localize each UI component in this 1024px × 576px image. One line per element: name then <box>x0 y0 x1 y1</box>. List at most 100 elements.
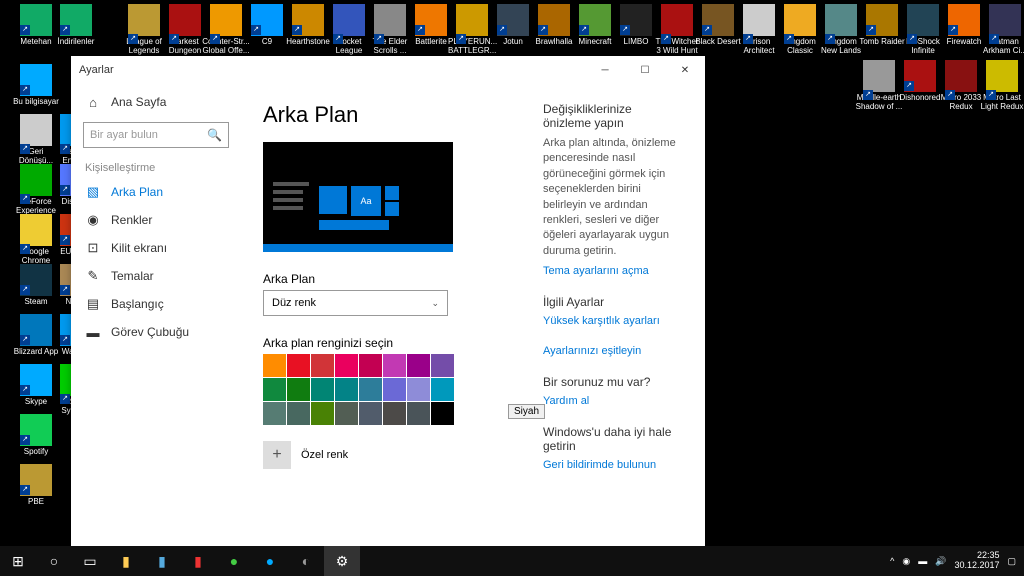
color-swatch[interactable] <box>431 402 454 425</box>
right-h3: Bir sorunuz mu var? <box>543 375 683 389</box>
nvidia-icon[interactable]: ◉ <box>902 556 910 567</box>
right-h4: Windows'u daha iyi hale getirin <box>543 425 683 453</box>
color-swatch[interactable] <box>383 402 406 425</box>
settings-window: Ayarlar ─ ☐ ✕ ⌂ Ana Sayfa Bir ayar bulun… <box>71 56 705 546</box>
color-swatch[interactable] <box>335 354 358 377</box>
color-swatch[interactable] <box>311 378 334 401</box>
sidebar-icon: ⊡ <box>85 240 101 256</box>
bg-dropdown[interactable]: Düz renk ⌄ <box>263 290 448 316</box>
color-swatch[interactable] <box>311 354 334 377</box>
tb-steam[interactable]: ◐ <box>288 546 324 576</box>
sidebar: ⌂ Ana Sayfa Bir ayar bulun 🔍 Kişiselleşt… <box>71 84 241 546</box>
sidebar-item[interactable]: ⊡ Kilit ekranı <box>71 234 241 262</box>
preview-pane: Aa <box>263 142 453 252</box>
titlebar[interactable]: Ayarlar ─ ☐ ✕ <box>71 56 705 84</box>
tb-skype[interactable]: ● <box>252 546 288 576</box>
taskbar: ⊞ ○ ▭ ▮ ▮ ▮ ● ● ◐ ⚙ ^ ◉ ▬ 🔊 22:35 30.12.… <box>0 546 1024 576</box>
sidebar-item[interactable]: ▧Arka Plan <box>71 178 241 206</box>
plus-icon: + <box>263 441 291 469</box>
sidebar-icon: ✎ <box>85 268 101 284</box>
color-swatch[interactable] <box>287 354 310 377</box>
network-icon[interactable]: ▬ <box>918 556 927 566</box>
color-swatch[interactable] <box>431 354 454 377</box>
link-help[interactable]: Yardım al <box>543 395 683 407</box>
close-button[interactable]: ✕ <box>665 56 705 84</box>
sidebar-item-label: Temalar <box>111 269 154 283</box>
sidebar-item-label: Kilit ekranı <box>111 241 167 255</box>
sidebar-item[interactable]: ◉Renkler <box>71 206 241 234</box>
color-swatch[interactable] <box>407 354 430 377</box>
sidebar-item-label: Görev Çubuğu <box>111 325 189 339</box>
link-feedback[interactable]: Geri bildirimde bulunun <box>543 459 683 471</box>
bg-label: Arka Plan <box>263 272 523 286</box>
color-swatch[interactable] <box>407 402 430 425</box>
link-theme[interactable]: Tema ayarlarını açma <box>543 265 683 277</box>
color-swatch[interactable] <box>407 378 430 401</box>
sidebar-item[interactable]: ▬Görev Çubuğu <box>71 318 241 346</box>
clock[interactable]: 22:35 30.12.2017 <box>954 551 999 571</box>
color-label: Arka plan renginizi seçin <box>263 336 523 350</box>
home-icon: ⌂ <box>85 94 101 110</box>
sidebar-item[interactable]: ✎ Temalar <box>71 262 241 290</box>
link-contrast[interactable]: Yüksek karşıtlık ayarları <box>543 315 683 327</box>
color-swatch[interactable] <box>263 402 286 425</box>
desktop-icon[interactable]: ↗Metro Last Light Redux <box>978 60 1024 112</box>
system-tray[interactable]: ^ ◉ ▬ 🔊 22:35 30.12.2017 ▢ <box>890 551 1024 571</box>
date: 30.12.2017 <box>954 561 999 571</box>
right-h2: İlgili Ayarlar <box>543 295 683 309</box>
start-button[interactable]: ⊞ <box>0 546 36 576</box>
custom-color[interactable]: + Özel renk <box>263 441 523 469</box>
main-content: Arka Plan Aa Arka Plan Düz renk ⌄ Arka p… <box>241 84 705 546</box>
notification-icon[interactable]: ▢ <box>1007 556 1016 567</box>
tb-app2[interactable]: ▮ <box>180 546 216 576</box>
window-title: Ayarlar <box>79 64 114 76</box>
tb-chrome[interactable]: ● <box>216 546 252 576</box>
color-swatch[interactable] <box>383 378 406 401</box>
sidebar-item[interactable]: ▤ Başlangıç <box>71 290 241 318</box>
color-swatch[interactable] <box>359 354 382 377</box>
tray-expand-icon[interactable]: ^ <box>890 556 894 566</box>
desktop-icon[interactable]: ↗PBE <box>12 464 60 507</box>
color-swatch[interactable] <box>263 354 286 377</box>
sidebar-item-label: Başlangıç <box>111 297 164 311</box>
desktop-icon[interactable]: ↗Spotify <box>12 414 60 457</box>
right-column: Değişikliklerinize önizleme yapın Arka p… <box>543 102 683 528</box>
swatch-tooltip: Siyah <box>508 404 545 419</box>
preview-aa: Aa <box>351 186 381 216</box>
maximize-button[interactable]: ☐ <box>625 56 665 84</box>
tb-settings[interactable]: ⚙ <box>324 546 360 576</box>
volume-icon[interactable]: 🔊 <box>935 556 946 567</box>
right-h1: Değişikliklerinize önizleme yapın <box>543 102 683 130</box>
color-swatch[interactable] <box>287 378 310 401</box>
color-swatch[interactable] <box>335 402 358 425</box>
search-placeholder: Bir ayar bulun <box>90 129 158 141</box>
color-swatches: Siyah <box>263 354 523 425</box>
desktop-icon[interactable]: ↗Bu bilgisayar <box>12 64 60 107</box>
search-button[interactable]: ○ <box>36 546 72 576</box>
link-sync[interactable]: Ayarlarınızı eşitleyin <box>543 345 683 357</box>
sidebar-icon: ▤ <box>85 296 101 312</box>
color-swatch[interactable] <box>263 378 286 401</box>
color-swatch[interactable] <box>335 378 358 401</box>
sidebar-icon: ▧ <box>85 184 101 200</box>
chevron-down-icon: ⌄ <box>431 298 439 309</box>
sidebar-item-label: Renkler <box>111 213 152 227</box>
color-swatch[interactable] <box>359 402 382 425</box>
bg-value: Düz renk <box>272 297 316 309</box>
page-title: Arka Plan <box>263 102 523 128</box>
desktop-icon[interactable]: ↗Batman Arkham Ci... <box>981 4 1024 56</box>
taskview-button[interactable]: ▭ <box>72 546 108 576</box>
tb-app1[interactable]: ▮ <box>144 546 180 576</box>
tb-explorer[interactable]: ▮ <box>108 546 144 576</box>
search-input[interactable]: Bir ayar bulun 🔍 <box>83 122 229 148</box>
desktop-icon[interactable]: ↗İndirilenler <box>52 4 100 47</box>
search-icon: 🔍 <box>207 128 222 142</box>
right-p1: Arka plan altında, önizleme penceresinde… <box>543 136 683 259</box>
color-swatch[interactable] <box>431 378 454 401</box>
color-swatch[interactable] <box>287 402 310 425</box>
color-swatch[interactable] <box>311 402 334 425</box>
color-swatch[interactable] <box>359 378 382 401</box>
color-swatch[interactable] <box>383 354 406 377</box>
sidebar-home[interactable]: ⌂ Ana Sayfa <box>71 88 241 116</box>
minimize-button[interactable]: ─ <box>585 56 625 84</box>
